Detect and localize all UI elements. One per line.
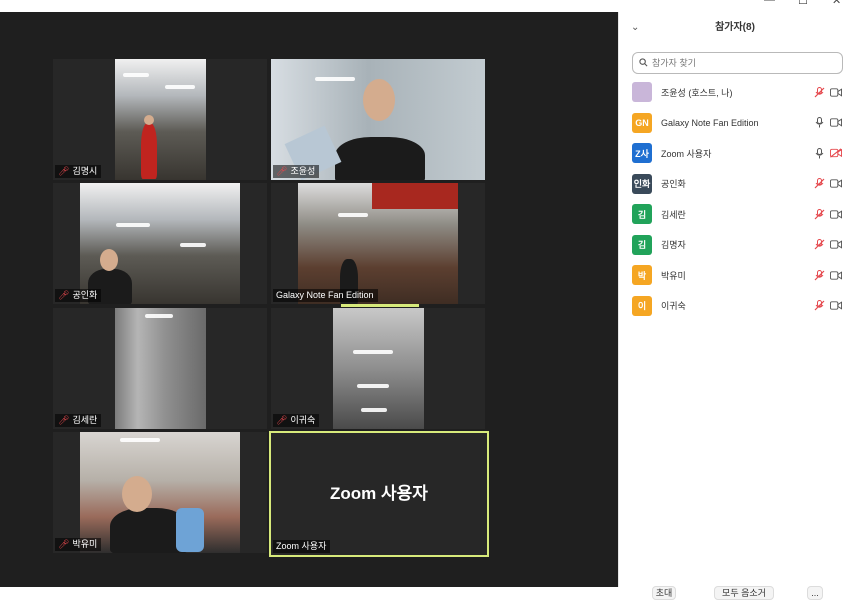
video-off-icon[interactable] — [830, 147, 842, 159]
participant-name: 공인화 — [661, 179, 686, 189]
participant-display-name: Zoom 사용자 — [330, 484, 428, 503]
tile-name-label: 🎤︎ 김명시 — [55, 165, 102, 178]
video-tile[interactable]: 🎤︎ 김세란 — [53, 308, 267, 429]
video-icon[interactable] — [830, 208, 842, 220]
mic-muted-icon[interactable] — [813, 269, 825, 281]
participant-name: Galaxy Note Fan Edition — [661, 117, 759, 128]
mic-muted-icon[interactable] — [813, 239, 825, 251]
participant-name: Zoom 사용자 — [661, 148, 712, 159]
participant-row[interactable]: 박 박유미 — [632, 264, 844, 286]
avatar: GN — [632, 112, 652, 133]
mic-muted-icon[interactable] — [813, 86, 825, 98]
video-tile[interactable]: 🎤︎ 이귀숙 — [271, 308, 485, 429]
video-icon[interactable] — [830, 117, 842, 129]
speaking-indicator — [341, 304, 419, 307]
video-icon[interactable] — [830, 239, 842, 251]
video-tile[interactable]: 🎤︎ 조윤성 — [271, 59, 485, 180]
avatar: 박 — [632, 265, 652, 285]
participant-name: 김세란 — [661, 209, 686, 220]
mic-icon[interactable] — [813, 117, 825, 129]
tile-name-label: Galaxy Note Fan Edition — [273, 289, 378, 302]
search-input[interactable] — [648, 58, 832, 68]
video-feed — [298, 183, 458, 304]
avatar: Z사 — [632, 143, 652, 163]
video-feed — [271, 59, 485, 180]
video-tile[interactable]: 🎤︎ 박유미 — [53, 432, 267, 553]
video-feed — [115, 308, 206, 429]
participant-row[interactable]: Z사 Zoom 사용자 — [632, 142, 844, 164]
maximize-button[interactable]: ☐ — [798, 0, 808, 7]
mic-muted-icon: 🎤︎ — [276, 166, 288, 176]
mic-muted-icon: 🎤︎ — [58, 415, 70, 425]
mic-muted-icon[interactable] — [813, 208, 825, 220]
participant-row[interactable]: 인화 공인화 — [632, 173, 844, 195]
participant-search[interactable] — [632, 52, 843, 74]
avatar: 인화 — [632, 173, 652, 194]
participant-name: 이귀숙 — [661, 301, 686, 311]
video-feed — [80, 183, 240, 304]
active-speaker-tile[interactable]: Zoom 사용자 Zoom 사용자 — [269, 431, 489, 557]
window-titlebar: — ☐ ✕ — [0, 0, 850, 12]
invite-button[interactable]: 초대 — [652, 586, 676, 600]
tile-name-label: 🎤︎ 조윤성 — [273, 165, 320, 178]
avatar: 이 — [632, 295, 652, 316]
search-icon — [639, 57, 648, 69]
more-options-button[interactable]: ... — [807, 586, 823, 600]
video-feed — [80, 432, 240, 553]
avatar: 김 — [632, 234, 652, 255]
participant-row[interactable]: 조윤성 (호스트, 나) — [632, 81, 844, 103]
video-tile[interactable]: 🎤︎ 공인화 — [53, 183, 267, 304]
participant-row[interactable]: 김 김명자 — [632, 234, 844, 256]
participant-name: 김명자 — [661, 240, 686, 250]
avatar: 김 — [632, 204, 652, 224]
participant-name: 박유미 — [661, 270, 686, 281]
mute-all-button[interactable]: 모두 음소거 — [714, 586, 774, 600]
avatar — [632, 82, 652, 102]
video-icon[interactable] — [830, 269, 842, 281]
mic-muted-icon: 🎤︎ — [58, 166, 70, 176]
minimize-button[interactable]: — — [764, 0, 775, 6]
video-tile[interactable]: Galaxy Note Fan Edition — [271, 183, 485, 304]
participant-row[interactable]: GN Galaxy Note Fan Edition — [632, 112, 844, 134]
close-button[interactable]: ✕ — [832, 0, 841, 7]
video-icon[interactable] — [830, 178, 842, 190]
participant-row[interactable]: 김 김세란 — [632, 203, 844, 225]
video-feed — [115, 59, 206, 180]
tile-name-label: 🎤︎ 공인화 — [55, 289, 102, 302]
video-feed — [333, 308, 424, 429]
video-tile[interactable]: 🎤︎ 김명시 — [53, 59, 267, 180]
mic-icon[interactable] — [813, 147, 825, 159]
video-gallery: 🎤︎ 김명시 🎤︎ 조윤성 🎤︎ 공인화 Galaxy Note Fan Editio… — [0, 12, 618, 587]
mic-muted-icon: 🎤︎ — [58, 539, 70, 549]
tile-name-label: 🎤︎ 박유미 — [55, 538, 102, 551]
panel-title: 참가자(8) — [715, 22, 755, 33]
tile-name-label: 🎤︎ 이귀숙 — [273, 414, 320, 427]
participant-name: 조윤성 (호스트, 나) — [661, 87, 733, 98]
mic-muted-icon: 🎤︎ — [276, 415, 288, 425]
participant-row[interactable]: 이 이귀숙 — [632, 295, 844, 317]
video-icon[interactable] — [830, 300, 842, 312]
tile-name-label: Zoom 사용자 — [273, 540, 331, 553]
mic-muted-icon[interactable] — [813, 178, 825, 190]
mic-muted-icon[interactable] — [813, 300, 825, 312]
video-icon[interactable] — [830, 86, 842, 98]
mic-muted-icon: 🎤︎ — [58, 290, 70, 300]
participants-panel: ⌄ 참가자(8) 조윤성 (호스트, 나)GNGalaxy Note Fan E… — [618, 12, 850, 600]
tile-name-label: 🎤︎ 김세란 — [55, 414, 102, 427]
